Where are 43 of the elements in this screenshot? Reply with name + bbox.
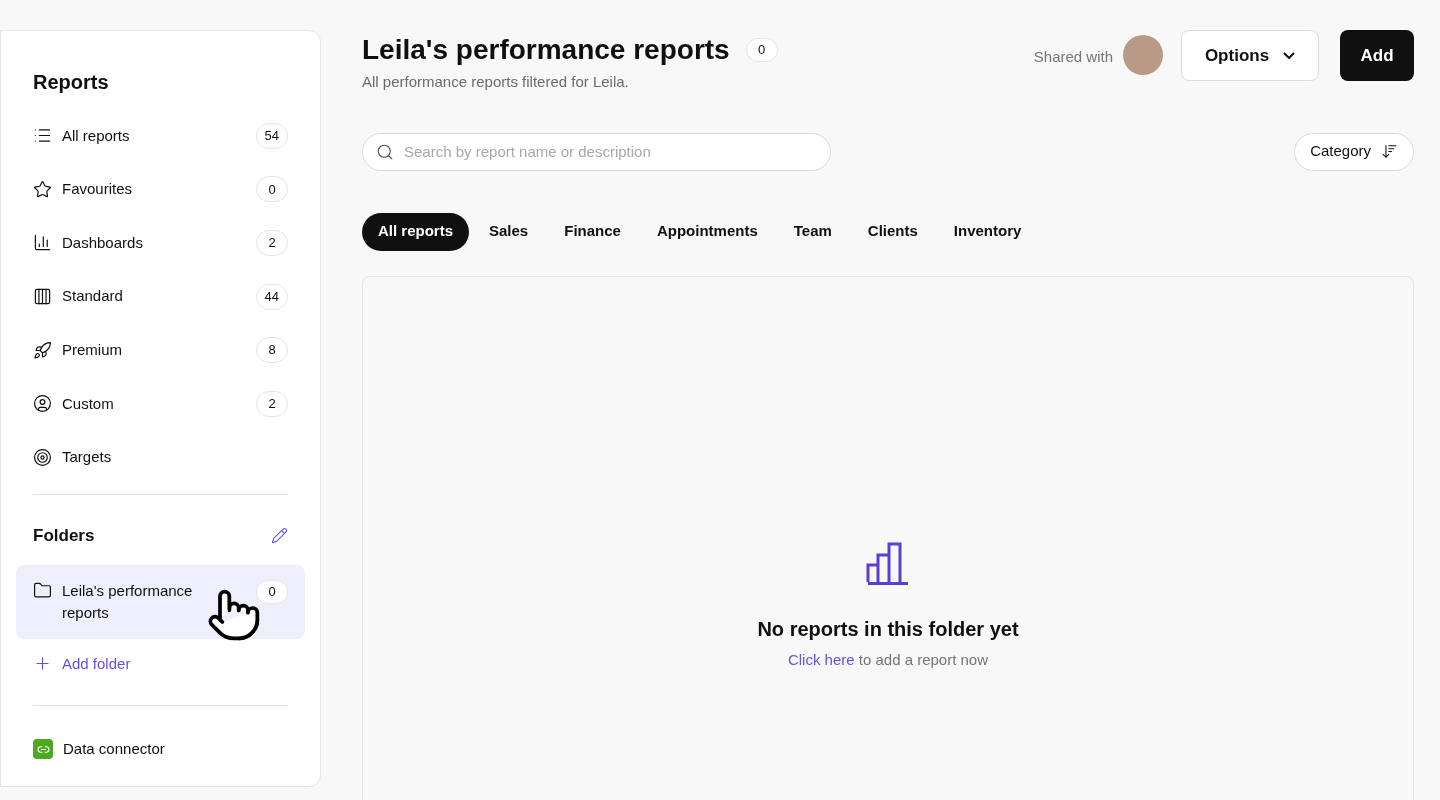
link-icon <box>33 739 53 760</box>
category-tab[interactable]: All reports <box>362 212 469 251</box>
click-here-link[interactable]: Click here <box>787 650 855 668</box>
count-badge: 0 <box>745 38 778 62</box>
empty-state-text: Click here to add a report now <box>787 649 989 670</box>
rocket-icon <box>33 340 52 360</box>
options-button[interactable]: Options <box>1181 30 1319 81</box>
category-tab[interactable]: Finance <box>548 212 637 251</box>
sidebar-item[interactable]: Premium 8 <box>16 323 305 377</box>
target-icon <box>33 447 52 467</box>
sidebar-item[interactable]: Favourites 0 <box>16 162 305 217</box>
sidebar-item[interactable]: Custom 2 <box>16 376 305 431</box>
count-badge: 0 <box>256 579 288 604</box>
add-folder-link[interactable]: Add folder <box>16 652 305 676</box>
sidebar-item[interactable]: All reports 54 <box>16 109 305 163</box>
add-button[interactable]: Add <box>1340 30 1414 81</box>
sort-icon <box>1381 143 1398 160</box>
columns-icon <box>33 287 52 307</box>
data-connector-item[interactable]: Data connector <box>16 738 305 761</box>
sidebar-item[interactable]: Dashboards 2 <box>16 216 305 270</box>
page-subtitle: All performance reports filtered for Leila. <box>362 72 630 92</box>
category-button[interactable]: Category <box>1294 132 1414 171</box>
user-circle-icon <box>33 394 52 414</box>
empty-state-title: No reports in this folder yet <box>757 616 1019 642</box>
page-title: Leila's performance reports <box>362 33 730 67</box>
star-icon <box>33 179 52 199</box>
sidebar-title: Reports <box>32 70 110 95</box>
sidebar-item[interactable]: Standard 44 <box>16 269 305 324</box>
category-tab[interactable]: Sales <box>473 212 545 251</box>
search-field[interactable]: Search by report name or description <box>362 132 831 171</box>
shared-with-label: Shared with <box>1033 47 1113 67</box>
folder-icon <box>33 580 52 600</box>
folder-item[interactable]: Leila's performance reports 0 <box>16 564 305 639</box>
category-tab[interactable]: Team <box>777 212 848 251</box>
folders-title: Folders <box>33 525 95 548</box>
category-tab[interactable]: Appointments <box>640 212 774 251</box>
bar-chart-icon <box>33 233 52 253</box>
sidebar-item[interactable]: Targets <box>16 430 305 485</box>
edit-icon[interactable] <box>271 527 288 545</box>
category-tab[interactable]: Inventory <box>937 212 1038 251</box>
search-icon <box>376 142 394 161</box>
chevron-down-icon <box>1283 52 1296 59</box>
category-tab[interactable]: Clients <box>851 212 934 251</box>
